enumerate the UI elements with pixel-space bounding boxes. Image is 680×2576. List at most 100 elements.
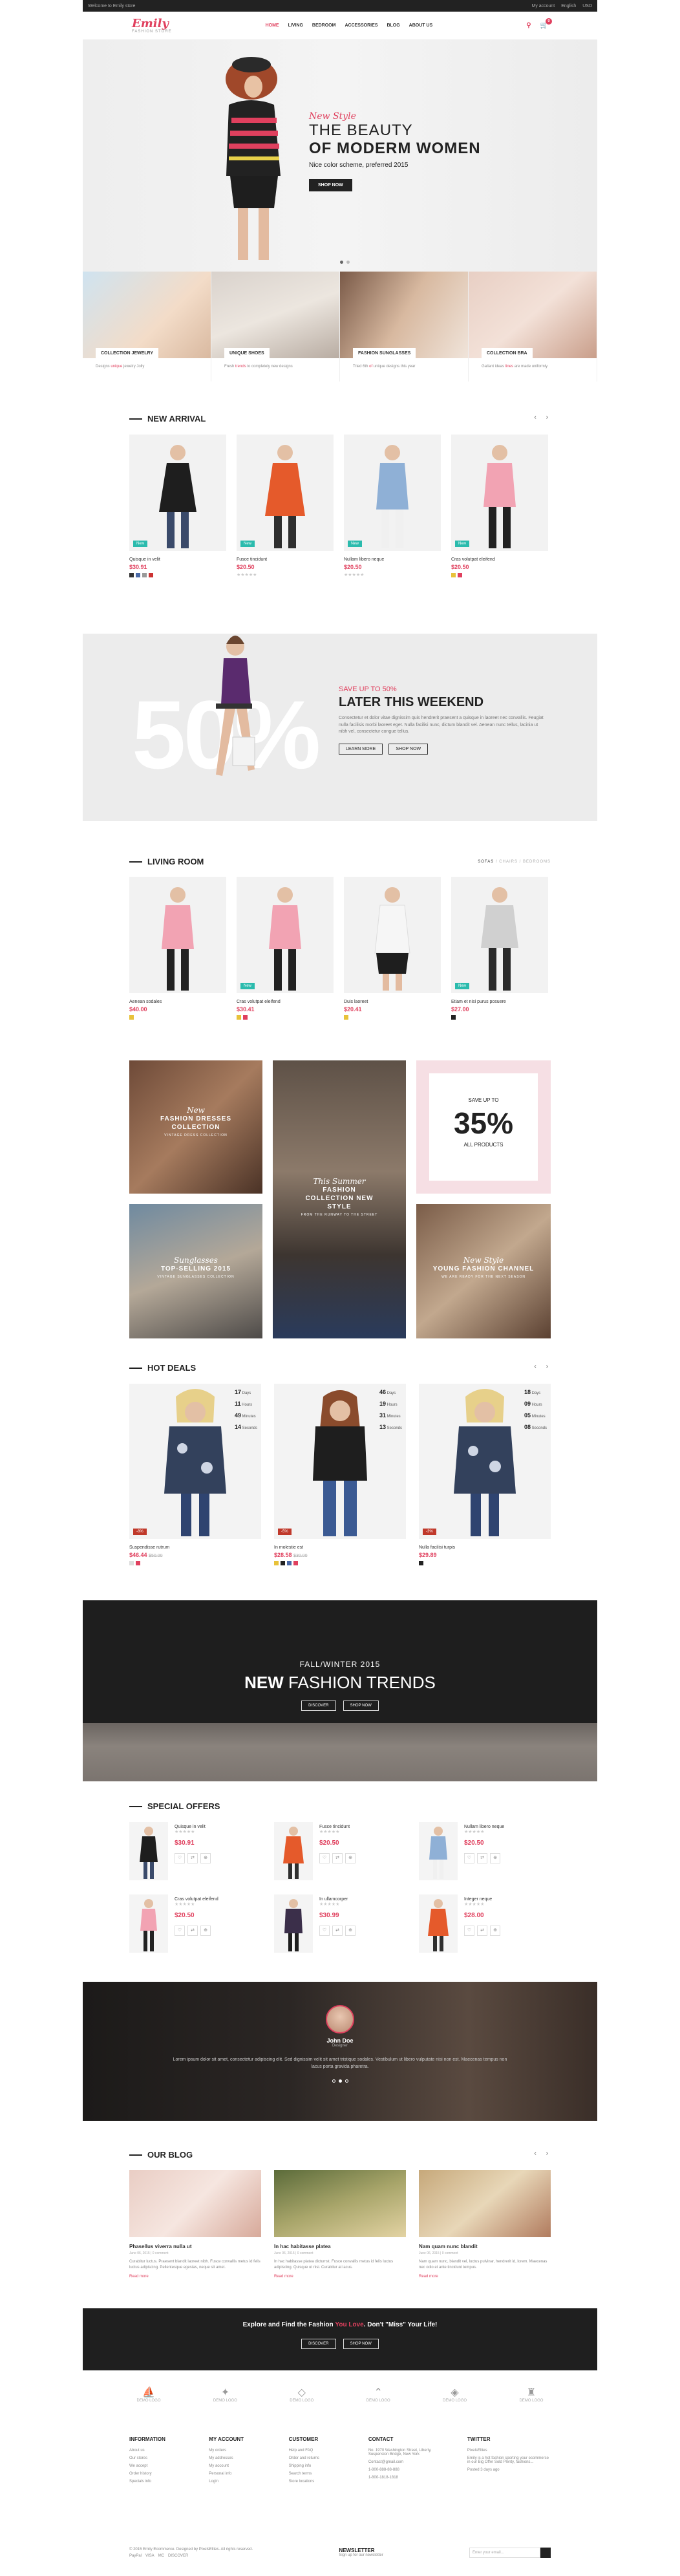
footer-link[interactable]: My addresses <box>209 2456 273 2460</box>
tab-sofas[interactable]: SOFAS <box>478 860 494 864</box>
compare-icon[interactable]: ⇄ <box>477 1926 487 1936</box>
product-name[interactable]: Integer neque <box>464 1897 551 1902</box>
my-account-link[interactable]: My account <box>531 4 555 8</box>
read-more-link[interactable]: Read more <box>419 2275 551 2279</box>
banner-new-style[interactable]: This Summer FASHION COLLECTION NEW STYLE… <box>273 1060 406 1338</box>
product-name[interactable]: Quisque in velit <box>129 557 226 562</box>
read-more-link[interactable]: Read more <box>274 2275 406 2279</box>
slider-dot[interactable] <box>338 2079 342 2083</box>
banner-dresses[interactable]: New FASHION DRESSES COLLECTION VINTAGE D… <box>129 1060 262 1194</box>
deal-card[interactable]: 17 Days 11 Hours 49 Minutes 14 Seconds -… <box>129 1384 261 1565</box>
cart-icon[interactable]: ⊕ <box>345 1853 356 1863</box>
compare-icon[interactable]: ⇄ <box>332 1853 343 1863</box>
product-name[interactable]: Suspendisse rutrum <box>129 1545 261 1550</box>
blog-post[interactable]: Phasellus viverra nulla ut June 06, 2015… <box>129 2170 261 2279</box>
cart-icon[interactable]: ⊕ <box>200 1926 211 1936</box>
category-bra[interactable]: COLLECTION BRA Gallant ideas lines are m… <box>469 272 597 381</box>
compare-icon[interactable]: ⇄ <box>477 1853 487 1863</box>
footer-link[interactable]: Search terms <box>289 2472 353 2476</box>
blog-title[interactable]: Phasellus viverra nulla ut <box>129 2244 261 2249</box>
footer-link[interactable]: Order and returns <box>289 2456 353 2460</box>
compare-icon[interactable]: ⇄ <box>187 1853 198 1863</box>
slider-dot[interactable] <box>346 261 350 264</box>
brand-logo[interactable]: ✦ DEMO LOGO <box>206 2386 244 2403</box>
contact-email[interactable]: Contact@gmail.com <box>368 2460 452 2464</box>
product-name[interactable]: In ullamcorper <box>319 1897 406 1902</box>
shop-now-button[interactable]: SHOP NOW <box>388 743 429 755</box>
newsletter-submit-button[interactable] <box>540 2548 551 2558</box>
blog-title[interactable]: Nam quam nunc blandit <box>419 2244 551 2249</box>
brand-logo[interactable]: ◇ DEMO LOGO <box>282 2386 321 2403</box>
product-name[interactable]: Fusce tincidunt <box>237 557 334 562</box>
hero-shop-button[interactable]: SHOP NOW <box>309 179 352 191</box>
logo[interactable]: Emily FASHION STORE <box>132 17 172 34</box>
newsletter-input[interactable]: Enter your email... <box>469 2548 540 2558</box>
shop-now-button[interactable]: SHOP NOW <box>343 2339 379 2349</box>
nav-home[interactable]: HOME <box>266 23 279 28</box>
product-name[interactable]: Cras volutpat eleifend <box>237 1000 334 1004</box>
product-card[interactable]: Duis laoreet $20.41 <box>344 877 441 1020</box>
nav-accessories[interactable]: ACCESSORIES <box>345 23 377 28</box>
wishlist-icon[interactable]: ♡ <box>464 1853 474 1863</box>
product-name[interactable]: Aenean sodales <box>129 1000 226 1004</box>
cart-icon[interactable]: ⊕ <box>490 1853 500 1863</box>
footer-link[interactable]: Help and FAQ <box>289 2449 353 2453</box>
compare-icon[interactable]: ⇄ <box>332 1926 343 1936</box>
slider-dot[interactable] <box>340 261 343 264</box>
footer-link[interactable]: About us <box>129 2449 193 2453</box>
brand-logo[interactable]: ⛵ DEMO LOGO <box>129 2386 168 2403</box>
cart-icon[interactable]: ⊕ <box>345 1926 356 1936</box>
hot-deals-arrows[interactable]: ‹ › <box>535 1363 552 1370</box>
product-card[interactable]: New Etiam et nisi purus posuere $27.00 <box>451 877 548 1020</box>
learn-more-button[interactable]: LEARN MORE <box>339 743 383 755</box>
brand-logo[interactable]: ◈ DEMO LOGO <box>436 2386 474 2403</box>
footer-link[interactable]: My orders <box>209 2449 273 2453</box>
footer-link[interactable]: My account <box>209 2464 273 2468</box>
category-sunglasses[interactable]: FASHION SUNGLASSES Tried 6th of unique d… <box>340 272 469 381</box>
product-name[interactable]: In molestie est <box>274 1545 406 1550</box>
discover-button[interactable]: DISCOVER <box>301 1701 336 1711</box>
footer-link[interactable]: Login <box>209 2480 273 2484</box>
footer-link[interactable]: Shipping info <box>289 2464 353 2468</box>
blog-post[interactable]: In hac habitasse platea June 06, 2015 | … <box>274 2170 406 2279</box>
blog-arrows[interactable]: ‹ › <box>535 2150 552 2157</box>
language-select[interactable]: English <box>561 4 576 8</box>
offer-item[interactable]: Fusce tincidunt ★★★★★ $20.50 ♡ ⇄ ⊕ <box>274 1822 406 1880</box>
search-icon[interactable]: ⚲ <box>526 22 531 29</box>
slider-dot[interactable] <box>345 2079 348 2083</box>
twitter-handle[interactable]: PixelsElites <box>467 2449 551 2453</box>
product-name[interactable]: Nulla facilisi turpis <box>419 1545 551 1550</box>
banner-sunglasses[interactable]: Sunglasses TOP-SELLING 2015 VINTAGE SUNG… <box>129 1204 262 1338</box>
hero-slider[interactable]: New Style THE BEAUTY OF MODERM WOMEN Nic… <box>83 40 597 272</box>
wishlist-icon[interactable]: ♡ <box>319 1853 330 1863</box>
offer-item[interactable]: Nullam libero neque ★★★★★ $20.50 ♡ ⇄ ⊕ <box>419 1822 551 1880</box>
brand-logo[interactable]: ♜ DEMO LOGO <box>512 2386 551 2403</box>
wishlist-icon[interactable]: ♡ <box>319 1926 330 1936</box>
footer-link[interactable]: Store locations <box>289 2480 353 2484</box>
product-name[interactable]: Cras volutpat eleifend <box>451 557 548 562</box>
product-card[interactable]: New Fusce tincidunt $20.50 ★★★★★ <box>237 435 334 577</box>
deal-card[interactable]: 46 Days 19 Hours 31 Minutes 13 Seconds -… <box>274 1384 406 1565</box>
slider-dot[interactable] <box>332 2079 335 2083</box>
product-card[interactable]: New Cras volutpat eleifend $20.50 <box>451 435 548 577</box>
product-name[interactable]: Nullam libero neque <box>344 557 441 562</box>
category-jewelry[interactable]: COLLECTION JEWELRY Designs unique jewelr… <box>83 272 211 381</box>
product-card[interactable]: New Nullam libero neque $20.50 ★★★★★ <box>344 435 441 577</box>
new-arrival-arrows[interactable]: ‹ › <box>535 414 552 421</box>
product-name[interactable]: Nullam libero neque <box>464 1825 551 1829</box>
tab-bedrooms[interactable]: BEDROOMS <box>523 860 551 864</box>
footer-link[interactable]: Our stores <box>129 2456 193 2460</box>
product-name[interactable]: Duis laoreet <box>344 1000 441 1004</box>
tab-chairs[interactable]: CHAIRS <box>499 860 518 864</box>
shop-now-button[interactable]: SHOP NOW <box>343 1701 379 1711</box>
offer-item[interactable]: In ullamcorper ★★★★★ $30.99 ♡ ⇄ ⊕ <box>274 1894 406 1953</box>
footer-link[interactable]: We accept <box>129 2464 193 2468</box>
nav-blog[interactable]: BLOG <box>387 23 399 28</box>
category-shoes[interactable]: UNIQUE SHOES Fresh trends to completely … <box>211 272 340 381</box>
offer-item[interactable]: Cras volutpat eleifend ★★★★★ $20.50 ♡ ⇄ ⊕ <box>129 1894 261 1953</box>
footer-link[interactable]: Order history <box>129 2472 193 2476</box>
cart-icon[interactable]: ⊕ <box>490 1926 500 1936</box>
product-name[interactable]: Cras volutpat eleifend <box>175 1897 261 1902</box>
currency-select[interactable]: USD <box>582 4 592 8</box>
read-more-link[interactable]: Read more <box>129 2275 261 2279</box>
